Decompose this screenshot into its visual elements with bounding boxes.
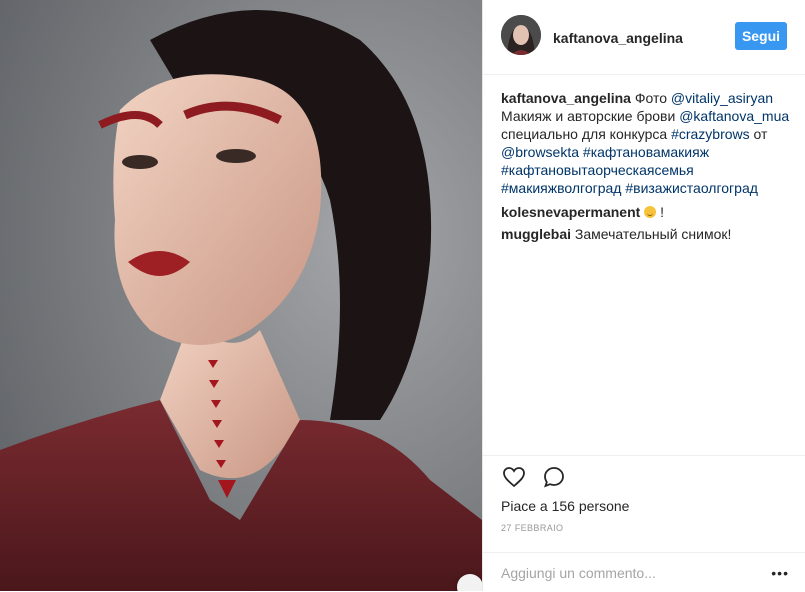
caption-text: Макияж и авторские брови [501, 108, 680, 124]
add-comment-bar: Aggiungi un commento... ••• [483, 552, 805, 592]
comment-item: mugglebai Замечательный снимок! [501, 225, 791, 243]
heart-icon[interactable] [501, 465, 527, 489]
hashtag-link[interactable]: #crazybrows [671, 126, 750, 142]
portrait-image [0, 0, 482, 591]
avatar[interactable] [501, 15, 541, 55]
hashtag-link[interactable]: #макияжволгоград [501, 180, 621, 196]
caption-comment: kaftanova_angelina Фото @vitaliy_asiryan… [501, 89, 791, 197]
follow-button[interactable]: Segui [735, 22, 787, 50]
mention-link[interactable]: @vitaliy_asiryan [671, 90, 773, 106]
post-date[interactable]: 27 FEBBRAIO [501, 523, 563, 533]
caption-username-link[interactable]: kaftanova_angelina [501, 90, 631, 106]
comments-list: kaftanova_angelina Фото @vitaliy_asiryan… [501, 89, 791, 247]
post-actions [483, 455, 805, 496]
comment-username-link[interactable]: kolesnevapermanent [501, 204, 640, 220]
likes-count[interactable]: Piace a 156 persone [501, 498, 629, 514]
caption-text: Фото [630, 90, 671, 106]
avatar-image [501, 15, 541, 55]
hashtag-link[interactable]: #кафтановытаорческаясемья [501, 162, 694, 178]
hashtag-link[interactable]: #визажистаолгоград [625, 180, 758, 196]
post-header: kaftanova_angelina Segui [483, 0, 805, 75]
smile-emoji-icon [644, 206, 657, 218]
post-sidebar: kaftanova_angelina Segui kaftanova_angel… [482, 0, 805, 591]
caption-text: от [749, 126, 768, 142]
instagram-post-view: kaftanova_angelina Segui kaftanova_angel… [0, 0, 805, 591]
caption-text: специально для конкурса [501, 126, 672, 142]
comment-text: ! [656, 204, 664, 220]
post-photo[interactable] [0, 0, 482, 591]
comment-text: Замечательный снимок! [571, 226, 732, 242]
mention-link[interactable]: @kaftanova_mua [679, 108, 789, 124]
comment-icon[interactable] [541, 465, 567, 489]
header-username-link[interactable]: kaftanova_angelina [553, 30, 683, 46]
comment-item: kolesnevapermanent ! [501, 203, 791, 221]
comment-input[interactable]: Aggiungi un commento... [501, 565, 656, 581]
carousel-next-button[interactable] [457, 574, 482, 591]
mention-link[interactable]: @browsekta [501, 144, 579, 160]
more-options-icon[interactable]: ••• [771, 565, 789, 581]
comment-username-link[interactable]: mugglebai [501, 226, 571, 242]
hashtag-link[interactable]: #кафтановамакияж [583, 144, 709, 160]
